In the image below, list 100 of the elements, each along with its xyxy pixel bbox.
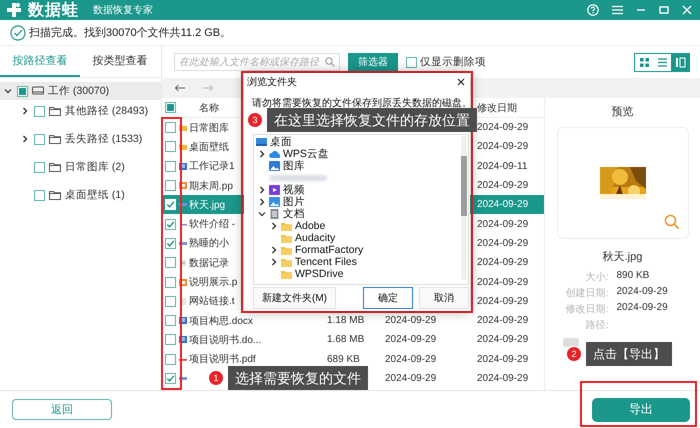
tree-item[interactable]: 桌面壁纸 (1) [65, 188, 125, 202]
checkbox[interactable] [34, 190, 45, 200]
checkbox[interactable] [34, 134, 45, 144]
file-size: 689 KB [327, 354, 360, 365]
checkbox[interactable] [17, 86, 28, 96]
folder-tree[interactable]: 桌面 WPS云盘 图库 视频 图片 文档 Adobe Audacity FormatFactory Tencent Files WPSDrive [253, 134, 469, 285]
filter-button[interactable]: 筛选器 [348, 53, 398, 71]
file-name[interactable]: 网站链接.t [189, 294, 235, 308]
folder-icon [281, 221, 292, 231]
search-icon [325, 57, 335, 67]
file-name[interactable]: 熟睡的小 [189, 236, 229, 250]
view-mode-switch[interactable] [634, 52, 690, 72]
file-name[interactable]: 项目构思.docx [189, 314, 253, 328]
checkbox[interactable] [165, 141, 176, 152]
expand-chevron-icon[interactable] [21, 135, 29, 143]
detail-value: 890 KB [616, 270, 650, 283]
scan-status: 扫描完成。找到30070个文件共11.2 GB。 [29, 26, 232, 40]
folder-item[interactable]: 图库 [283, 160, 305, 172]
checkbox[interactable] [34, 106, 45, 116]
checkbox[interactable] [165, 296, 176, 307]
folder-item[interactable]: Audacity [295, 232, 336, 244]
success-check-icon [10, 24, 26, 40]
folder-item[interactable]: 视频 [283, 184, 305, 196]
date-cell: 2024-09-29 [385, 334, 436, 346]
folder-item[interactable]: 桌面 [270, 136, 292, 148]
folder-item[interactable]: 文档 [283, 208, 305, 220]
folder-item[interactable]: 图片 [283, 196, 305, 208]
checkbox[interactable] [165, 102, 176, 113]
checkbox[interactable] [165, 334, 176, 346]
back-arrow-icon[interactable] [174, 84, 186, 92]
close-icon[interactable] [457, 78, 465, 86]
folder-icon [281, 245, 292, 255]
checkbox[interactable] [34, 162, 45, 172]
file-name[interactable]: 期末周.pp [189, 178, 233, 193]
checkbox[interactable] [165, 276, 176, 288]
file-name[interactable]: 日常图库 [189, 120, 229, 135]
list-view-icon[interactable] [656, 56, 668, 68]
detail-label: 创建日期: [564, 286, 608, 300]
checkbox[interactable] [165, 180, 176, 192]
view-tab[interactable]: 按类型查看 [80, 46, 160, 77]
step-badge: 2 [566, 346, 582, 362]
help-icon[interactable] [587, 4, 599, 16]
folder-item[interactable]: Tencent Files [295, 256, 357, 268]
checkbox[interactable] [165, 160, 176, 172]
expand-chevron-icon[interactable] [270, 246, 278, 254]
file-name[interactable]: 工作记录1 [189, 159, 235, 174]
file-name[interactable]: 数据记录 [189, 256, 229, 270]
file-name[interactable]: 项目说明书.do... [189, 332, 262, 347]
detail-view-icon[interactable] [674, 56, 686, 68]
checkbox[interactable] [165, 218, 176, 230]
back-button[interactable]: 返回 [12, 399, 112, 420]
maximize-icon[interactable] [659, 5, 669, 15]
drive-icon [32, 86, 44, 96]
date-cell: 2024-09-29 [477, 122, 528, 134]
folder-item[interactable]: WPSDrive [295, 268, 344, 280]
zoom-icon[interactable] [664, 214, 680, 230]
checkbox[interactable] [165, 257, 176, 268]
view-tab[interactable]: 按路径查看 [0, 46, 80, 77]
checkbox[interactable] [165, 122, 176, 134]
dialog-button[interactable]: 取消 [419, 287, 469, 309]
checkbox[interactable] [406, 56, 417, 68]
dialog-message: 请勿将需要恢复的文件保存到原丢失数据的磁盘。 [251, 96, 470, 110]
expand-chevron-icon[interactable] [258, 198, 266, 206]
blurred-path [562, 338, 578, 347]
folder-icon [281, 233, 292, 243]
folder-item[interactable]: WPS云盘 [283, 148, 329, 160]
date-cell: 2024-09-11 [477, 160, 528, 172]
expand-chevron-icon[interactable] [258, 186, 266, 194]
tree-item[interactable]: 日常图库 (2) [65, 160, 125, 174]
date-cell: 2024-09-29 [477, 257, 528, 268]
file-name[interactable]: 项目说明书.pdf [189, 352, 256, 366]
checkbox[interactable] [165, 354, 176, 365]
file-name[interactable]: 桌面壁纸 [189, 140, 229, 154]
detail-value: 2024-09-29 [616, 286, 669, 299]
file-name[interactable]: 软件介绍 - [189, 217, 236, 232]
expand-chevron-icon[interactable] [21, 107, 29, 115]
expand-chevron-icon[interactable] [270, 222, 278, 230]
folder-item[interactable]: Adobe [295, 220, 326, 232]
collapse-chevron-icon[interactable] [4, 87, 12, 95]
collapse-chevron-icon[interactable] [258, 210, 266, 218]
grid-view-icon[interactable] [638, 56, 650, 68]
dialog-button[interactable]: 新建文件夹(M) [253, 287, 336, 309]
file-name[interactable]: 说明展示.p [189, 275, 238, 290]
scrollbar[interactable] [461, 136, 467, 280]
checkbox[interactable] [165, 315, 176, 326]
preview-file-name: 秋天.jpg [602, 250, 642, 264]
folder-item[interactable]: FormatFactory [295, 244, 364, 256]
checkbox[interactable] [165, 238, 176, 249]
file-name[interactable]: 秋天.jpg [189, 198, 226, 212]
dialog-button[interactable]: 确定 [363, 287, 413, 309]
logo-icon [6, 2, 22, 18]
expand-chevron-icon[interactable] [258, 150, 266, 158]
tree-item[interactable]: 丢失路径 (1533) [65, 132, 142, 146]
checkbox[interactable] [165, 373, 176, 384]
tree-item[interactable]: 其他路径 (28493) [65, 104, 148, 118]
date-cell: 2024-09-29 [477, 315, 528, 326]
expand-chevron-icon[interactable] [270, 258, 278, 266]
menu-icon[interactable] [612, 5, 623, 15]
export-button[interactable]: 导出 [592, 398, 690, 422]
step-badge: 1 [208, 370, 224, 386]
